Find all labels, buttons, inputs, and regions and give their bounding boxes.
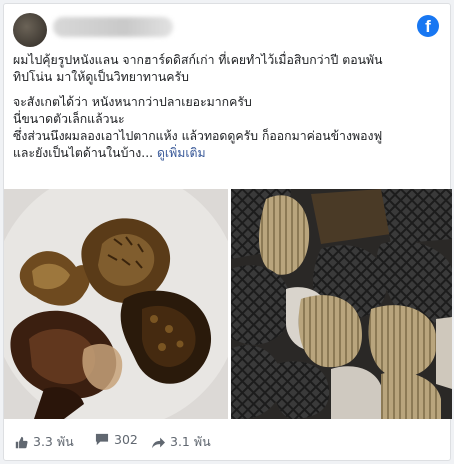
post-text-line-last: และยังเป็นไตด้านในบ้าง... ดูเพิ่มเติม <box>13 145 445 162</box>
facebook-icon: f <box>417 15 439 37</box>
comment-icon <box>95 433 109 446</box>
post-text-line: และยังเป็นไตด้านในบ้าง... <box>13 146 154 160</box>
shares-count: 3.1 พัน <box>170 434 211 449</box>
post-text-line: ซึ่งส่วนนึงผมลองเอาไปตากแห้ง แล้วทอดดูคร… <box>13 129 383 143</box>
post-text-line: ผมไปคุ้ยรูปหนังแลน จากฮาร์ดดิสก์เก่า ที่… <box>13 53 383 67</box>
raw-eel-skin-photo[interactable] <box>231 189 452 419</box>
comments-count: 302 <box>114 432 138 447</box>
fried-eel-skin-photo[interactable] <box>4 189 228 419</box>
author-avatar[interactable] <box>13 13 47 47</box>
likes-stat[interactable]: 3.3 พัน <box>15 432 74 452</box>
comments-stat[interactable]: 302 <box>95 432 138 447</box>
facebook-post-card: f ผมไปคุ้ยรูปหนังแลน จากฮาร์ดดิสก์เก่า ท… <box>3 3 452 461</box>
likes-count: 3.3 พัน <box>33 434 74 449</box>
author-name-blurred[interactable] <box>53 17 173 37</box>
post-text-line: ทิปโน่น มาให้ดูเป็นวิทยาทานครับ <box>13 70 189 84</box>
post-text: ผมไปคุ้ยรูปหนังแลน จากฮาร์ดดิสก์เก่า ที่… <box>13 52 445 162</box>
photo-grid <box>4 189 452 419</box>
post-text-line: จะสังเกตได้ว่า หนังหนากว่าปลาเยอะมากครับ <box>13 95 252 109</box>
share-arrow-icon <box>152 437 165 448</box>
post-text-line: นี่ขนาดตัวเล็กแล้วนะ <box>13 112 125 126</box>
thumbs-up-icon <box>15 436 28 448</box>
post-header: f <box>13 11 443 51</box>
see-more-link[interactable]: ดูเพิ่มเติม <box>157 146 206 160</box>
post-stats-bar: 3.3 พัน 302 3.1 พัน <box>15 432 435 450</box>
shares-stat[interactable]: 3.1 พัน <box>152 432 211 452</box>
